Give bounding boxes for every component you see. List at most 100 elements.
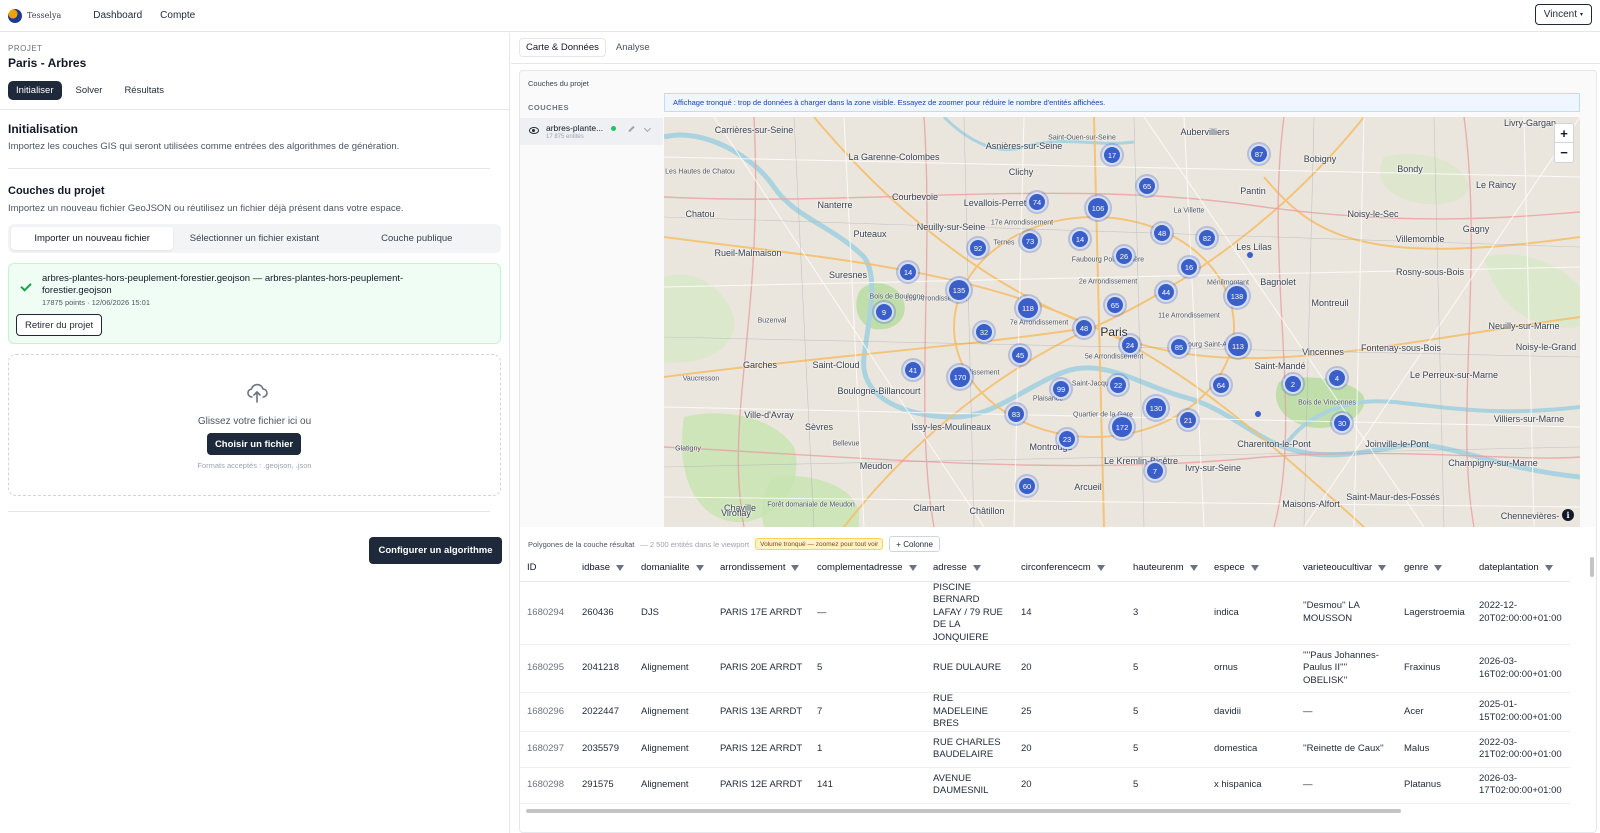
map-cluster-marker[interactable]: 16 (1179, 257, 1199, 277)
choose-file-button[interactable]: Choisir un fichier (207, 433, 301, 455)
map-cluster-marker[interactable]: 135 (947, 278, 971, 302)
map-cluster-marker[interactable]: 73 (1020, 231, 1040, 251)
map-cluster-marker[interactable]: 87 (1249, 144, 1269, 164)
map-cluster-marker[interactable]: 24 (1120, 335, 1140, 355)
info-icon[interactable]: i (1562, 509, 1574, 521)
column-header[interactable]: hauteurenm (1126, 555, 1207, 582)
map-cluster-marker[interactable]: 45 (1010, 345, 1030, 365)
table-row[interactable]: 1680295 2041218 Alignement PARIS 20E ARRDT 5… (520, 644, 1570, 693)
map-cluster-marker[interactable]: 22 (1108, 375, 1128, 395)
table-row[interactable]: 1680294 260436 DJS PARIS 17E ARRDT — PISCINE … (520, 581, 1570, 645)
tab-map-data[interactable]: Carte & Données (519, 38, 606, 57)
map-cluster-marker[interactable]: 7 (1145, 461, 1165, 481)
column-header[interactable]: varieteoucultivar (1296, 555, 1397, 582)
tab-select-existing[interactable]: Sélectionner un fichier existant (173, 227, 335, 250)
map-place-label: Chatou (685, 209, 715, 219)
nav-dashboard[interactable]: Dashboard (93, 10, 142, 21)
filter-icon[interactable] (1544, 564, 1553, 571)
map-cluster-marker[interactable]: 118 (1016, 296, 1040, 320)
zoom-in-button[interactable]: + (1555, 124, 1573, 143)
map-cluster-marker[interactable]: 60 (1017, 476, 1037, 496)
user-name: Vincent (1543, 9, 1577, 20)
map-cluster-marker[interactable]: 170 (948, 365, 972, 389)
filter-icon[interactable] (1378, 564, 1387, 571)
map-cluster-marker[interactable]: 113 (1226, 334, 1250, 358)
table-cell: 5 (1126, 731, 1207, 768)
map-cluster-marker[interactable]: 92 (968, 238, 988, 258)
step-initialiser[interactable]: Initialiser (8, 81, 62, 100)
column-header[interactable]: ID (520, 555, 575, 582)
filter-icon[interactable] (1434, 564, 1443, 571)
map-cluster-marker[interactable]: 130 (1144, 396, 1168, 420)
nav-compte[interactable]: Compte (160, 10, 195, 21)
map-cluster-marker[interactable]: 138 (1225, 284, 1249, 308)
map-cluster-marker[interactable]: 23 (1057, 429, 1077, 449)
map-view[interactable]: Asnières-sur-Seine Saint-Ouen-sur-Seine Au… (664, 117, 1580, 527)
map-cluster-marker[interactable]: 41 (903, 360, 923, 380)
column-header[interactable]: complementadresse (810, 555, 926, 582)
map-cluster-marker[interactable]: 44 (1156, 282, 1176, 302)
filter-icon[interactable] (1250, 564, 1259, 571)
file-dropzone[interactable]: Glissez votre fichier ici ou Choisir un … (8, 354, 501, 496)
map-cluster-marker[interactable]: 172 (1110, 415, 1134, 439)
column-header[interactable]: espece (1207, 555, 1296, 582)
step-resultats[interactable]: Résultats (116, 81, 172, 100)
map-cluster-marker[interactable]: 48 (1152, 223, 1172, 243)
map-cluster-marker[interactable]: 99 (1051, 379, 1071, 399)
brand-logo[interactable]: Tesselya (8, 8, 61, 23)
check-icon (20, 280, 32, 292)
column-header[interactable]: idbase (575, 555, 634, 582)
map-cluster-marker[interactable]: 14 (898, 262, 918, 282)
horizontal-scrollbar[interactable] (520, 807, 1580, 815)
map-cluster-marker[interactable]: 85 (1169, 337, 1189, 357)
filter-icon[interactable] (791, 564, 800, 571)
column-header[interactable]: genre (1397, 555, 1472, 582)
map-cluster-marker[interactable]: 2 (1283, 374, 1303, 394)
zoom-out-button[interactable]: − (1555, 143, 1573, 162)
filter-icon[interactable] (1096, 564, 1105, 571)
map-cluster-marker[interactable]: 26 (1114, 246, 1134, 266)
add-column-button[interactable]: + Colonne (889, 536, 940, 552)
map-cluster-marker[interactable]: 4 (1327, 368, 1347, 388)
filter-icon[interactable] (972, 564, 981, 571)
user-menu-button[interactable]: Vincent ▾ (1534, 4, 1592, 25)
map-cluster-marker[interactable]: 65 (1137, 176, 1157, 196)
column-header[interactable]: arrondissement (713, 555, 810, 582)
map-cluster-marker[interactable]: 64 (1211, 375, 1231, 395)
map-cluster-marker[interactable]: 17 (1102, 145, 1122, 165)
tab-public-layer[interactable]: Couche publique (336, 227, 498, 250)
column-header[interactable]: dateplantation (1472, 555, 1570, 582)
pencil-icon[interactable] (628, 125, 635, 133)
tab-analyse[interactable]: Analyse (610, 38, 656, 57)
map-cluster-marker[interactable]: 74 (1027, 192, 1047, 212)
configure-algorithm-button[interactable]: Configurer un algorithme (369, 537, 502, 564)
map-cluster-marker[interactable]: 9 (874, 302, 894, 322)
remove-from-project-button[interactable]: Retirer du projet (16, 314, 103, 336)
map-cluster-marker[interactable]: 48 (1074, 318, 1094, 338)
map-cluster-marker[interactable]: 65 (1105, 295, 1125, 315)
map-cluster-marker[interactable]: 14 (1070, 229, 1090, 249)
map-cluster-marker[interactable]: 106 (1086, 196, 1110, 220)
map-cluster-marker[interactable]: 82 (1197, 228, 1217, 248)
map-cluster-marker[interactable]: 30 (1332, 413, 1352, 433)
chevron-down-icon[interactable] (643, 124, 652, 133)
map-cluster-marker[interactable]: 83 (1006, 404, 1026, 424)
filter-icon[interactable] (1189, 564, 1198, 571)
layer-item[interactable]: arbres-plante... 17 875 entités (520, 118, 663, 145)
column-header[interactable]: circonferencecm (1014, 555, 1126, 582)
scroll-thumb[interactable] (526, 809, 1401, 813)
filter-icon[interactable] (908, 564, 917, 571)
eye-icon[interactable] (529, 127, 539, 134)
filter-icon[interactable] (616, 564, 624, 571)
tab-import-new[interactable]: Importer un nouveau fichier (11, 227, 174, 250)
table-row[interactable]: 1680298 291575 Alignement PARIS 12E ARRDT 14… (520, 767, 1570, 804)
filter-icon[interactable] (695, 564, 704, 571)
column-header[interactable]: adresse (926, 555, 1014, 582)
map-cluster-marker[interactable]: 21 (1178, 410, 1198, 430)
table-row[interactable]: 1680296 2022447 Alignement PARIS 13E ARRDT 7… (520, 692, 1570, 732)
column-header[interactable]: domanialite (634, 555, 713, 582)
step-solver[interactable]: Solver (68, 81, 111, 100)
table-row[interactable]: 1680297 2035579 Alignement PARIS 12E ARRDT 1… (520, 731, 1570, 768)
vertical-scrollbar[interactable] (1590, 557, 1594, 577)
map-cluster-marker[interactable]: 32 (974, 322, 994, 342)
